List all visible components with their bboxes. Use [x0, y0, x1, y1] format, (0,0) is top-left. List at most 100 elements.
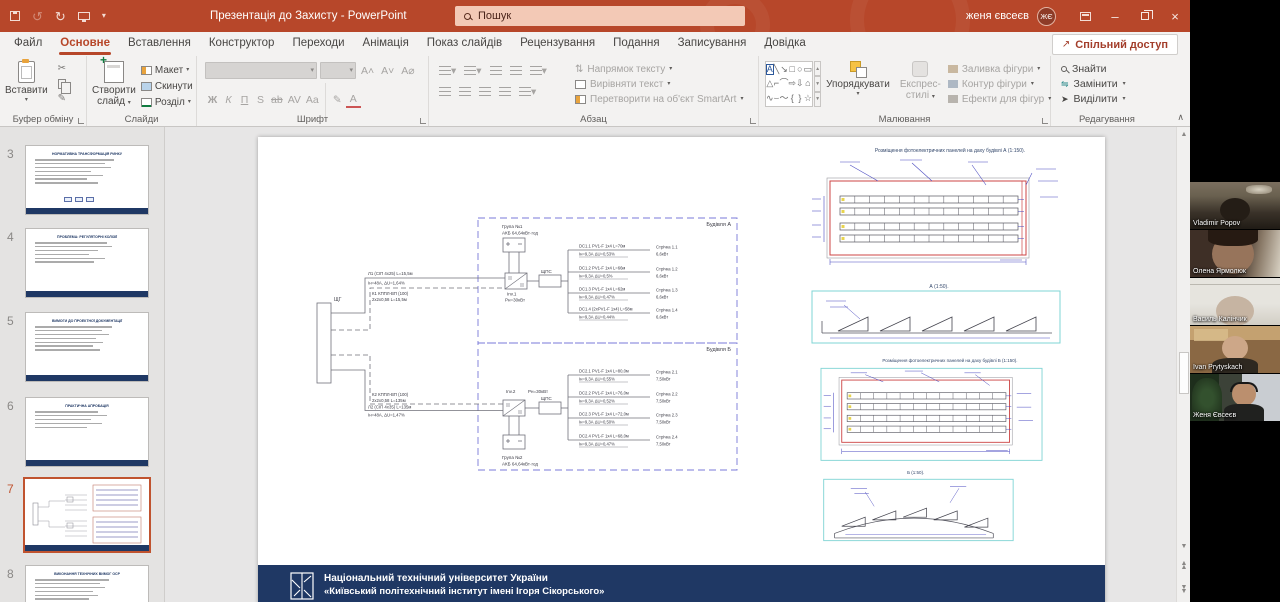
- align-center-button[interactable]: [457, 84, 473, 99]
- collapse-ribbon-button[interactable]: ∧: [1177, 112, 1184, 123]
- scrollbar-thumb[interactable]: [1179, 352, 1189, 394]
- copy-button[interactable]: [53, 76, 71, 91]
- highlight-color-button[interactable]: ✎: [330, 93, 345, 108]
- shrink-font-button[interactable]: A˅: [379, 63, 396, 78]
- video-tile[interactable]: Ivan Prytyskach: [1190, 326, 1280, 374]
- redo-icon[interactable]: ↻: [55, 10, 66, 23]
- search-box[interactable]: Пошук: [455, 6, 745, 26]
- right-arrow-shape-icon[interactable]: ⇨: [789, 79, 797, 88]
- start-slideshow-icon[interactable]: [78, 12, 90, 20]
- video-tile[interactable]: Vladimir Popov: [1190, 182, 1280, 230]
- line-shape-icon[interactable]: ╲: [774, 65, 779, 74]
- rounded-rectangle-shape-icon[interactable]: ▭: [804, 65, 813, 74]
- text-shadow-button[interactable]: S: [253, 93, 268, 108]
- video-tile[interactable]: Женя Євсеєв: [1190, 374, 1280, 422]
- tab-3[interactable]: Конструктор: [200, 32, 284, 56]
- layout-button[interactable]: Макет▾: [141, 63, 193, 78]
- down-arrow-shape-icon[interactable]: ⇩: [796, 79, 804, 88]
- tab-10[interactable]: Довідка: [755, 32, 814, 56]
- columns-button[interactable]: ▾: [517, 84, 538, 99]
- line-spacing-button[interactable]: ▾: [528, 63, 549, 78]
- tab-file[interactable]: Файл: [5, 32, 51, 56]
- increase-indent-button[interactable]: [508, 63, 524, 78]
- slide-thumbnail[interactable]: [23, 477, 151, 553]
- star-shape-icon[interactable]: ☆: [804, 94, 812, 103]
- tab-5[interactable]: Анімація: [354, 32, 418, 56]
- align-left-button[interactable]: [437, 84, 453, 99]
- bold-button[interactable]: Ж: [205, 93, 220, 108]
- shape-outline-button[interactable]: Контур фігури▾: [948, 78, 1051, 90]
- font-size-combo[interactable]: [320, 62, 356, 79]
- cut-button[interactable]: ✂: [53, 61, 71, 76]
- find-button[interactable]: Знайти: [1061, 63, 1163, 75]
- share-button[interactable]: ↗ Спільний доступ: [1052, 34, 1178, 55]
- tab-2[interactable]: Вставлення: [119, 32, 200, 56]
- paste-button[interactable]: Вставити ▾: [0, 57, 53, 106]
- drawing-dialog-launcher[interactable]: [1042, 118, 1048, 124]
- text-direction-button[interactable]: ⇅Напрямок тексту▾: [575, 63, 743, 75]
- underline-button[interactable]: П: [237, 93, 252, 108]
- scribble-shape-icon[interactable]: ∿: [766, 94, 774, 103]
- smartart-button[interactable]: Перетворити на об'єкт SmartArt▾: [575, 93, 743, 105]
- save-icon[interactable]: [10, 11, 20, 21]
- left-brace-shape-icon[interactable]: {: [791, 94, 794, 103]
- arrow-shape-icon[interactable]: ↘: [780, 65, 788, 74]
- video-tile[interactable]: Олена Ярмолюк: [1190, 230, 1280, 278]
- account-avatar[interactable]: ЖЄ: [1037, 7, 1056, 26]
- section-button[interactable]: Розділ▾: [141, 95, 193, 110]
- strikethrough-button[interactable]: ab: [269, 93, 285, 108]
- font-color-button[interactable]: А: [346, 93, 361, 108]
- slide-thumbnail[interactable]: ПРОБЛЕМА: РЕГУЛЯТОРНІ КОЛІЗІЇ: [25, 228, 149, 298]
- slide-thumbnail[interactable]: ВИКОНАННЯ ТЕХНІЧНИХ ВИМОГ ОСР: [25, 565, 149, 602]
- minimize-button[interactable]: –: [1100, 0, 1130, 32]
- tab-7[interactable]: Рецензування: [511, 32, 604, 56]
- align-text-button[interactable]: Вирівняти текст▾: [575, 78, 743, 90]
- select-button[interactable]: ➤Виділити▾: [1061, 93, 1163, 105]
- new-slide-button[interactable]: Створитислайд ▾: [87, 57, 141, 110]
- reset-button[interactable]: Скинути: [141, 79, 193, 94]
- arrange-button[interactable]: Упорядкувати ▾: [821, 56, 895, 107]
- triangle-shape-icon[interactable]: △: [766, 79, 773, 88]
- oval-shape-icon[interactable]: ○: [797, 65, 802, 74]
- character-spacing-button[interactable]: AV: [286, 93, 303, 108]
- scroll-up-arrow[interactable]: ▲: [1177, 127, 1190, 141]
- shapes-gallery[interactable]: A ╲ ↘ □ ○ ▭ △ ⌐ ⌒ ⇨ ⇩ ⌂ ∿ ⌣ 〜: [765, 61, 813, 107]
- right-brace-shape-icon[interactable]: }: [798, 94, 801, 103]
- tab-8[interactable]: Подання: [604, 32, 668, 56]
- align-right-button[interactable]: [477, 84, 493, 99]
- home-shape-icon[interactable]: ⌂: [805, 79, 810, 88]
- clipboard-dialog-launcher[interactable]: [78, 118, 84, 124]
- undo-icon[interactable]: ↺: [32, 10, 43, 23]
- next-slide-button[interactable]: ▼▼: [1177, 583, 1190, 597]
- elbow-connector-icon[interactable]: ⌐: [774, 79, 779, 88]
- account-name[interactable]: женя євсеєв: [966, 10, 1029, 22]
- justify-button[interactable]: [497, 84, 513, 99]
- customize-toolbar-icon[interactable]: ▾: [102, 12, 106, 20]
- slide-thumbnail[interactable]: ПРАКТИЧНА АПРОБАЦІЯ: [25, 397, 149, 467]
- tab-9[interactable]: Записування: [669, 32, 756, 56]
- tab-6[interactable]: Показ слайдів: [418, 32, 511, 56]
- curved-connector-icon[interactable]: ⌒: [779, 79, 788, 88]
- slide-thumbnail[interactable]: НОРМАТИВНА ТРАНСФОРМАЦІЯ РИНКУ: [25, 145, 149, 215]
- vertical-scrollbar[interactable]: ▲ ▼ ▲▲ ▼▼: [1176, 127, 1190, 602]
- grow-font-button[interactable]: A˄: [359, 63, 376, 78]
- ribbon-display-options-button[interactable]: [1070, 0, 1100, 32]
- shape-fill-button[interactable]: Заливка фігури▾: [948, 63, 1051, 75]
- bullets-button[interactable]: ▾: [437, 63, 458, 78]
- tab-4[interactable]: Переходи: [283, 32, 353, 56]
- tab-1[interactable]: Основне: [51, 32, 119, 56]
- slide-thumbnail[interactable]: ВИМОГИ ДО ПРОЕКТНОЇ ДОКУМЕНТАЦІЇ: [25, 312, 149, 382]
- restore-button[interactable]: [1130, 0, 1160, 32]
- video-tile[interactable]: Василь Калінчик: [1190, 278, 1280, 326]
- font-name-combo[interactable]: [205, 62, 317, 79]
- shape-effects-button[interactable]: Ефекти для фігур▾: [948, 93, 1051, 105]
- close-button[interactable]: ×: [1160, 0, 1190, 32]
- decrease-indent-button[interactable]: [488, 63, 504, 78]
- font-dialog-launcher[interactable]: [420, 118, 426, 124]
- text-box-shape-icon[interactable]: A: [767, 65, 773, 74]
- shapes-more[interactable]: ▼: [814, 92, 821, 107]
- curve-shape-icon[interactable]: 〜: [779, 94, 788, 103]
- scroll-down-arrow[interactable]: ▼: [1177, 539, 1190, 553]
- clear-formatting-button[interactable]: A⌀: [399, 63, 416, 78]
- italic-button[interactable]: К: [221, 93, 236, 108]
